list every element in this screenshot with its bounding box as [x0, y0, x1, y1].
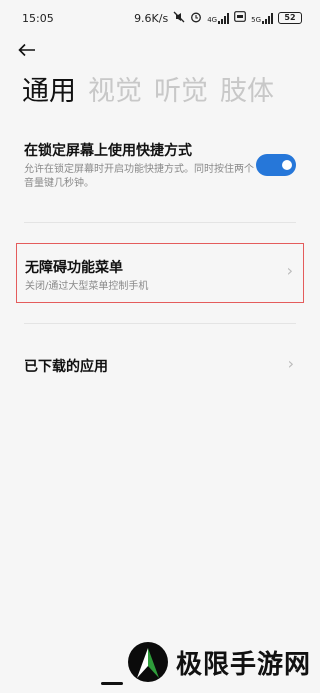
tab-hearing[interactable]: 听觉	[154, 74, 208, 110]
lock-screen-shortcut-title: 在锁定屏幕上使用快捷方式	[24, 143, 192, 159]
accessibility-menu-desc: 关闭/通过大型菜单控制手机	[25, 281, 149, 292]
status-time: 15:05	[22, 11, 54, 25]
divider	[24, 222, 296, 223]
vpn-icon	[234, 11, 247, 25]
mute-icon	[173, 11, 185, 26]
watermark-logo: 极限手游网	[128, 642, 311, 682]
accessibility-menu-row[interactable]: 无障碍功能菜单 关闭/通过大型菜单控制手机 ›	[16, 243, 304, 303]
downloaded-apps-title: 已下载的应用	[24, 359, 108, 375]
signal-icon-1: 4G	[207, 12, 230, 24]
downloaded-apps-row[interactable]: 已下载的应用 ›	[16, 352, 304, 380]
home-indicator	[101, 682, 123, 685]
back-button[interactable]	[18, 38, 46, 62]
lock-screen-shortcut-row[interactable]: 在锁定屏幕上使用快捷方式 允许在锁定屏幕时开启功能快捷方式。同时按住两个音量键几…	[16, 140, 304, 191]
divider	[24, 323, 296, 324]
alarm-icon	[190, 11, 202, 26]
watermark-text: 极限手游网	[176, 649, 312, 680]
chevron-right-icon: ›	[286, 261, 293, 280]
toggle-knob	[282, 160, 292, 170]
status-icons: 9.6K/s 4G 5G 52	[134, 11, 302, 26]
lock-screen-shortcut-desc: 允许在锁定屏幕时开启功能快捷方式。同时按住两个音量键几秒钟。	[24, 164, 254, 189]
back-arrow-icon	[18, 43, 35, 57]
accessibility-menu-title: 无障碍功能菜单	[25, 260, 123, 276]
battery-icon: 52	[278, 12, 302, 24]
tab-vision[interactable]: 视觉	[88, 74, 142, 110]
chevron-right-icon: ›	[287, 354, 294, 373]
status-bar: 15:05 9.6K/s 4G 5G 52	[0, 0, 320, 36]
logo-icon	[128, 642, 168, 682]
tab-physical[interactable]: 肢体	[220, 74, 274, 110]
signal-icon-2: 5G	[251, 12, 273, 24]
lock-screen-shortcut-toggle[interactable]	[256, 154, 296, 176]
network-speed: 9.6K/s	[134, 11, 169, 25]
category-tabs: 通用 视觉 听觉 肢体	[22, 74, 274, 110]
tab-general[interactable]: 通用	[22, 74, 76, 110]
